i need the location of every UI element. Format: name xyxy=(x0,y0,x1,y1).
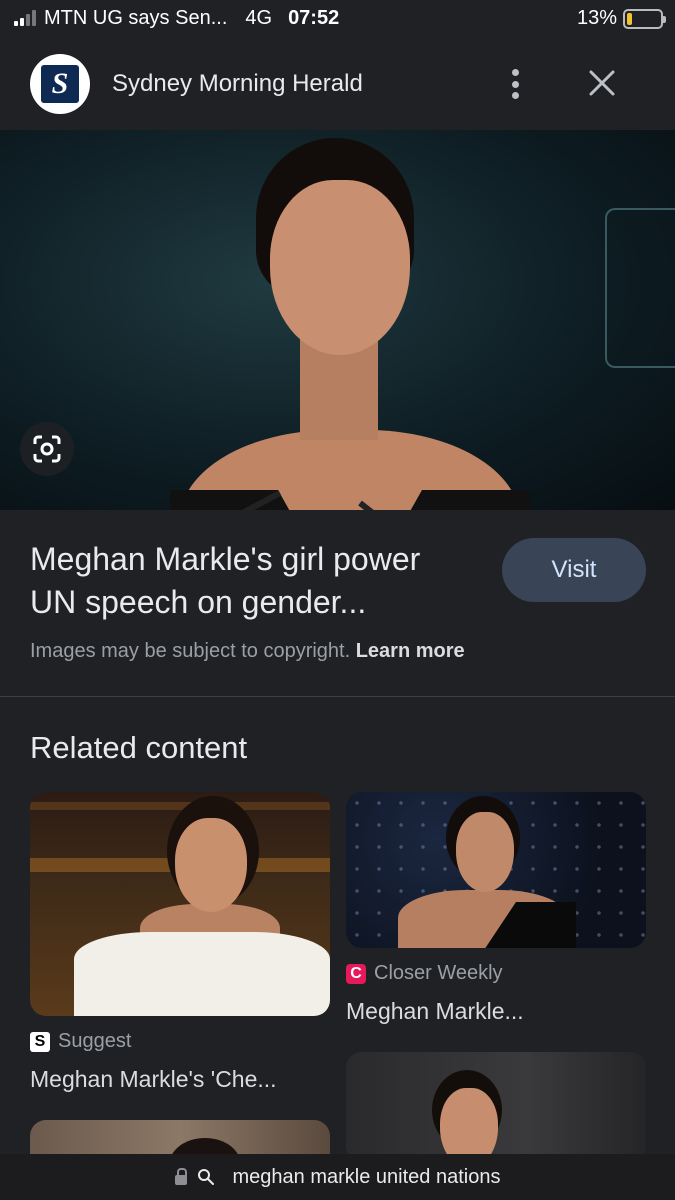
copyright-text: Images may be subject to copyright. xyxy=(30,640,351,662)
related-source-1[interactable]: S Suggest xyxy=(30,1030,131,1053)
divider xyxy=(0,696,675,697)
site-logo[interactable]: S xyxy=(30,54,90,114)
signal-strength-icon xyxy=(14,10,36,26)
status-bar: MTN UG says Sen... 4G 07:52 13% xyxy=(0,0,675,36)
visit-button[interactable]: Visit xyxy=(502,538,646,602)
carrier-name: MTN UG says Sen... xyxy=(44,6,228,29)
close-icon xyxy=(589,70,615,96)
google-lens-icon xyxy=(33,435,61,463)
address-bar[interactable]: meghan markle united nations xyxy=(0,1154,675,1200)
related-image-3[interactable] xyxy=(346,1052,646,1162)
google-lens-button[interactable] xyxy=(20,422,74,476)
source-name: Closer Weekly xyxy=(374,962,503,984)
image-title[interactable]: Meghan Markle's girl power UN speech on … xyxy=(30,538,470,624)
viewer-header: S Sydney Morning Herald xyxy=(0,40,675,128)
closer-weekly-logo-icon: C xyxy=(346,963,366,984)
more-options-button[interactable] xyxy=(500,67,530,101)
clock: 07:52 xyxy=(288,6,340,29)
suggest-logo-icon: S xyxy=(30,1031,50,1052)
related-title-1[interactable]: Meghan Markle's 'Che... xyxy=(30,1066,277,1093)
source-name: Suggest xyxy=(58,1030,132,1052)
search-icon xyxy=(197,1169,214,1185)
copyright-notice: Images may be subject to copyright. Lear… xyxy=(30,640,465,663)
related-content-heading: Related content xyxy=(30,730,248,765)
site-name[interactable]: Sydney Morning Herald xyxy=(112,70,363,98)
network-type: 4G xyxy=(245,6,273,29)
more-vert-icon xyxy=(511,69,519,76)
learn-more-link[interactable]: Learn more xyxy=(356,640,465,662)
site-logo-letter: S xyxy=(41,65,79,103)
related-image-1[interactable] xyxy=(30,792,330,1016)
main-image[interactable] xyxy=(0,130,675,510)
close-button[interactable] xyxy=(587,68,617,98)
lock-icon xyxy=(174,1167,187,1185)
battery-percent: 13% xyxy=(576,7,617,29)
related-source-2[interactable]: C Closer Weekly xyxy=(346,962,503,985)
battery-indicator: 13% xyxy=(576,7,666,30)
battery-icon xyxy=(623,8,666,29)
search-query: meghan markle united nations xyxy=(232,1165,501,1188)
related-title-2[interactable]: Meghan Markle... xyxy=(346,998,524,1025)
related-image-2[interactable] xyxy=(346,792,646,948)
